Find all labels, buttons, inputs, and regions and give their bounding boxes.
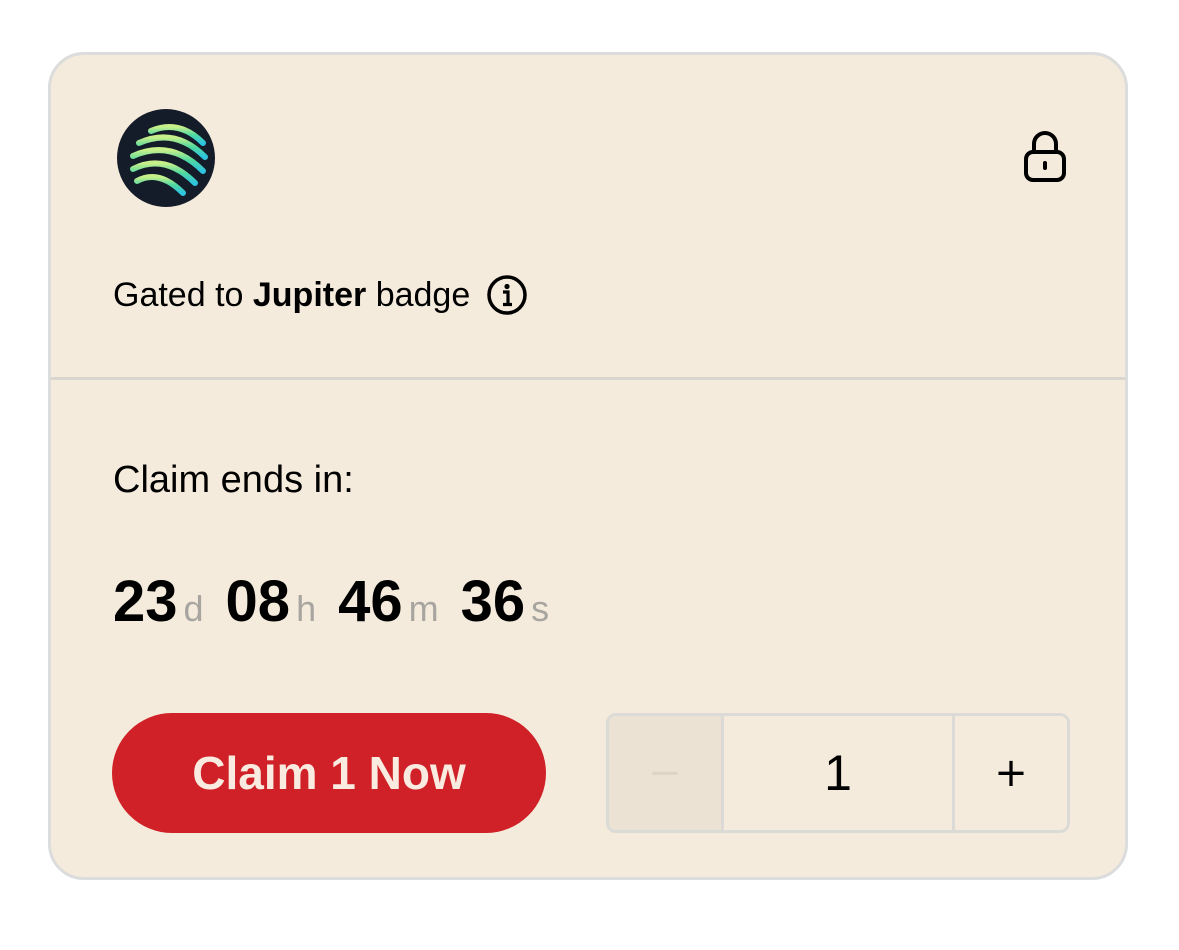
quantity-stepper: − 1 + [606, 713, 1070, 833]
countdown-seconds: 36 [460, 569, 526, 634]
countdown-timer: 23 d 08 h 46 m 36 s [113, 567, 571, 637]
quantity-value[interactable]: 1 [724, 716, 952, 830]
increment-button[interactable]: + [952, 716, 1067, 830]
gated-suffix: badge [375, 276, 471, 314]
gating-info: Gated to Jupiter badge [113, 273, 528, 317]
countdown-hours-unit: h [296, 588, 317, 629]
claim-now-button[interactable]: Claim 1 Now [112, 713, 546, 833]
divider [51, 377, 1125, 380]
claim-ends-label: Claim ends in: [113, 459, 354, 501]
lock-icon [1023, 130, 1067, 184]
countdown-minutes: 46 [338, 569, 403, 634]
gated-prefix: Gated to [113, 276, 244, 314]
countdown-minutes-unit: m [408, 588, 439, 629]
claim-card: Gated to Jupiter badge Claim ends in: 23… [48, 52, 1128, 880]
countdown-days-unit: d [183, 588, 204, 629]
info-icon[interactable] [486, 274, 528, 316]
card-header: Gated to Jupiter badge [51, 55, 1125, 379]
badge-name: Jupiter [252, 276, 367, 314]
countdown-days: 23 [113, 569, 178, 634]
countdown-seconds-unit: s [531, 588, 550, 629]
countdown-hours: 08 [225, 569, 291, 634]
decrement-button[interactable]: − [609, 716, 724, 830]
jupiter-logo-icon [117, 109, 215, 207]
